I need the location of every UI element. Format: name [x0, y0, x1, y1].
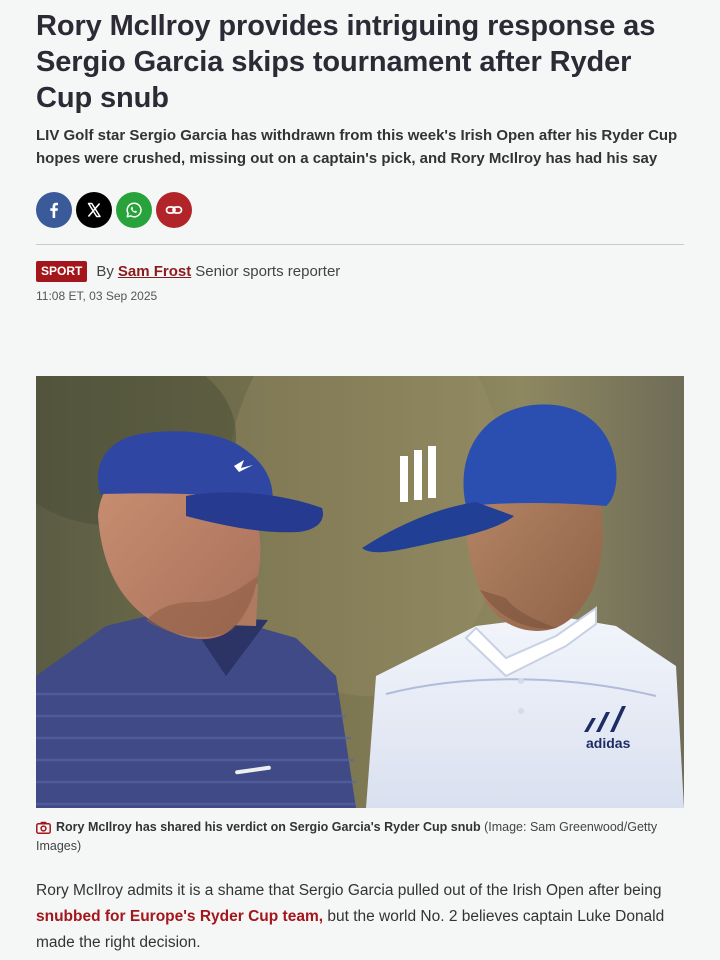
share-whatsapp-button[interactable] [116, 192, 152, 228]
brand-logo: adidas [586, 735, 631, 751]
article-standfirst: LIV Golf star Sergio Garcia has withdraw… [36, 127, 678, 167]
ryder-cup-snub-link[interactable]: snubbed for Europe's Ryder Cup team, [36, 908, 323, 925]
share-x-button[interactable] [76, 192, 112, 228]
article-paragraph: Rory McIlroy admits it is a shame that S… [36, 878, 684, 956]
section-badge[interactable]: SPORT [36, 261, 88, 282]
photo-caption: Rory McIlroy has shared his verdict on S… [36, 818, 684, 856]
facebook-icon [50, 202, 58, 218]
x-icon [87, 202, 101, 218]
byline: SPORT By Sam Frost Senior sports reporte… [36, 261, 340, 282]
divider [36, 244, 684, 245]
whatsapp-icon [126, 202, 142, 218]
byline-prefix: By [96, 263, 114, 280]
paragraph-text: Rory McIlroy admits it is a shame that S… [36, 882, 662, 899]
publish-timestamp: 11:08 ET, 03 Sep 2025 [36, 289, 158, 303]
link-icon [165, 206, 183, 214]
share-link-button[interactable] [156, 192, 192, 228]
author-role: Senior sports reporter [195, 263, 341, 280]
caption-text: Rory McIlroy has shared his verdict on S… [56, 820, 481, 834]
article-page: Rory McIlroy provides intriguing respons… [0, 0, 720, 960]
share-bar [36, 192, 192, 228]
share-facebook-button[interactable] [36, 192, 72, 228]
camera-icon [36, 821, 51, 834]
article-photo[interactable]: adidas [36, 376, 684, 808]
article-headline: Rory McIlroy provides intriguing respons… [36, 10, 656, 114]
author-link[interactable]: Sam Frost [118, 263, 191, 280]
